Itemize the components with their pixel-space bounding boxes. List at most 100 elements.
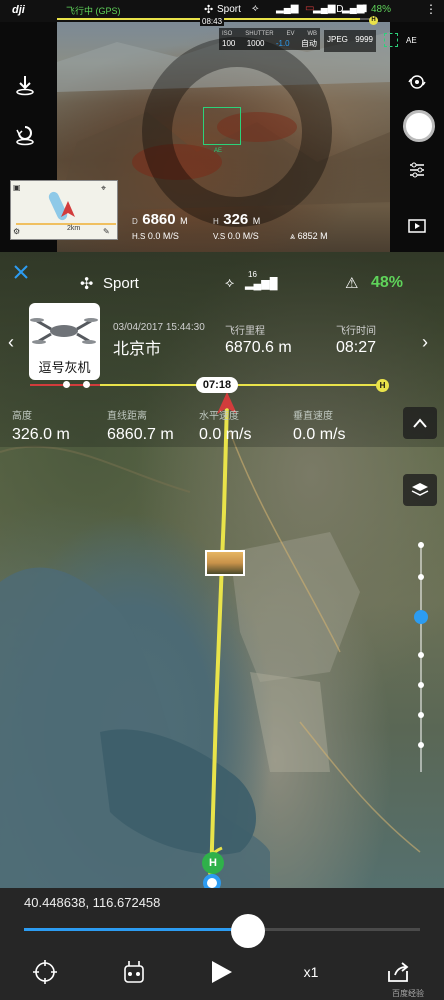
wb-label: WB — [307, 31, 317, 37]
iso-label: ISO — [222, 31, 233, 37]
map-zoom-slider[interactable] — [414, 542, 428, 772]
altitude-readout: ⩓ 6852 M — [290, 231, 328, 242]
zoom-tick — [418, 682, 424, 688]
gps-coordinates: 40.448638, 116.672458 — [24, 895, 161, 910]
stat-height: 高度 326.0 m — [12, 407, 70, 444]
zoom-tick — [418, 712, 424, 718]
share-icon — [388, 962, 409, 982]
height-label: H — [213, 217, 219, 226]
play-button[interactable] — [206, 958, 236, 986]
zoom-slider-knob[interactable] — [414, 610, 428, 624]
flight-duration: 飞行时间 08:27 — [336, 322, 376, 357]
shutter-label: SHUTTER — [245, 31, 274, 37]
dji-logo: dji — [12, 4, 25, 16]
camera-right-rail — [390, 0, 444, 252]
camera-switch-icon[interactable] — [407, 72, 427, 92]
storage-info[interactable]: JPEG 9999 — [324, 30, 376, 52]
rc-signal-icon: ▂▄▆ — [276, 3, 299, 14]
zoom-tick — [418, 652, 424, 658]
playback-bar: 40.448638, 116.672458 x1 — [0, 888, 444, 1000]
more-icon[interactable]: ⋮ — [425, 2, 437, 16]
mini-map-expand-icon[interactable]: ▣ — [13, 183, 21, 192]
timeline-current-time[interactable]: 07:18 — [196, 377, 238, 393]
next-record-icon[interactable]: › — [422, 332, 428, 353]
return-home-icon[interactable] — [12, 122, 38, 148]
playback-speed-button[interactable]: x1 — [299, 958, 323, 986]
flight-date-location: 03/04/2017 15:44:30 北京市 — [113, 322, 205, 359]
focus-frame-label: AE — [214, 148, 223, 154]
previous-record-icon[interactable]: ‹ — [8, 332, 14, 353]
ev-value: -1.0 — [275, 39, 290, 48]
height-readout: H 326 M — [213, 211, 260, 229]
drone-mode-icon: ✣ — [80, 276, 94, 293]
playback-progress-track[interactable] — [24, 928, 420, 931]
ae-lock-button[interactable] — [384, 33, 398, 47]
stat-value: 0.0 m/s — [293, 426, 346, 443]
stat-hspeed: 水平速度 0.0 m/s — [199, 407, 251, 444]
duration-label: 飞行时间 — [336, 326, 376, 337]
mini-map-clear-icon[interactable]: ✎ — [103, 227, 110, 236]
play-icon — [212, 961, 232, 983]
flight-location: 北京市 — [113, 341, 162, 358]
zoom-tick — [418, 542, 424, 548]
map-layers-button[interactable] — [403, 474, 437, 506]
distance-value: 6860 — [142, 211, 176, 228]
camera-section: dji 飞行中 (GPS) ✣ Sport ⟡ ▂▄▆ ▭ ▂▄▆ HD ▂▄▆… — [0, 0, 444, 252]
stat-value: 6860.7 m — [107, 426, 174, 443]
mini-map[interactable]: 2km ▣ ⌖ ⚙ ✎ — [10, 180, 118, 240]
share-button[interactable] — [385, 958, 413, 986]
mini-map-settings-icon[interactable]: ⚙ — [13, 227, 20, 236]
locate-button[interactable] — [31, 958, 59, 986]
stat-value: 0.0 m/s — [199, 426, 252, 443]
mini-map-scale: 2km — [67, 225, 81, 232]
stat-vspeed: 垂直速度 0.0 m/s — [293, 407, 345, 444]
drone-name: 逗号灰机 — [38, 360, 91, 375]
timeline-marker[interactable] — [63, 381, 70, 388]
timeline-flight-segment — [100, 384, 377, 386]
shutter-button[interactable] — [403, 110, 435, 142]
signal-bars-icon: ▂▄▆█ — [245, 278, 278, 290]
flight-summary-row: ✣ Sport ⟡ 16 ▂▄▆█ ⚠ 48% — [0, 270, 444, 298]
drone-card[interactable]: 逗号灰机 — [29, 303, 100, 380]
battery-icon: ▮ — [362, 3, 368, 14]
duration-value: 08:27 — [336, 339, 377, 356]
mini-map-locate-icon[interactable]: ⌖ — [101, 183, 106, 194]
altitude-value: 6852 — [297, 231, 318, 241]
camera-settings-icon[interactable] — [407, 160, 427, 180]
shutter-value: 1000 — [246, 39, 265, 48]
playback-progress-knob[interactable] — [231, 914, 265, 948]
takeoff-icon[interactable] — [12, 72, 38, 98]
remote-controller-icon — [124, 961, 144, 983]
layers-icon — [411, 483, 429, 496]
playback-icon[interactable] — [407, 218, 427, 234]
flight-record-map[interactable]: ✣ Sport ⟡ 16 ▂▄▆█ ⚠ 48% 逗号灰机 ‹ › 03/04/2… — [0, 252, 444, 888]
mileage-label: 飞行里程 — [225, 326, 265, 337]
height-value: 326 — [223, 211, 249, 228]
iso-value: 100 — [222, 39, 236, 48]
flight-mode-label: Sport — [103, 275, 139, 292]
zoom-tick — [418, 742, 424, 748]
camera-params[interactable]: ISO SHUTTER EV WB 100 1000 -1.0 自动 — [219, 28, 320, 50]
playback-progress-fill — [24, 928, 254, 931]
stat-label: 直线距离 — [107, 411, 147, 422]
drone-image — [30, 318, 98, 344]
distance-unit: M — [180, 216, 188, 226]
hspeed-label: H.S — [132, 232, 146, 241]
home-point-marker: H — [202, 852, 224, 874]
remote-controller-button[interactable] — [120, 958, 148, 986]
timeline-marker[interactable] — [83, 381, 90, 388]
flight-datetime: 03/04/2017 15:44:30 — [113, 322, 205, 333]
photo-marker[interactable] — [205, 550, 245, 576]
storage-capacity: 9999 — [355, 35, 373, 44]
altitude-icon: ⩓ — [290, 231, 296, 241]
status-home-marker: H — [369, 16, 378, 25]
zoom-tick — [418, 574, 424, 580]
distance-label: D — [132, 217, 138, 226]
collapse-panel-button[interactable] — [403, 407, 437, 439]
flight-status[interactable]: 飞行中 (GPS) — [66, 4, 121, 17]
ae-lock-label: AE — [406, 36, 417, 45]
hspeed-readout: H.S 0.0 M/S — [132, 231, 179, 241]
crosshair-icon — [33, 960, 57, 984]
flight-mode: Sport — [217, 4, 241, 15]
hspeed-unit: M/S — [162, 231, 179, 241]
